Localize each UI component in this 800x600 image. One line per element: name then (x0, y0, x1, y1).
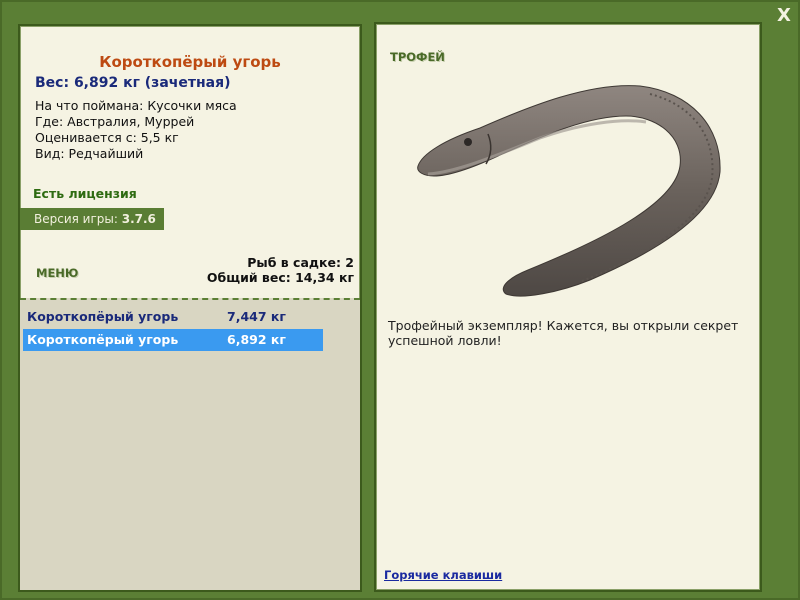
bait-info: На что поймана: Кусочки мяса (35, 98, 237, 113)
cage-count: Рыб в садке: 2 (247, 255, 354, 270)
catch-name: Короткопёрый угорь (27, 332, 179, 347)
hotkeys-link[interactable]: Горячие клавиши (384, 568, 502, 582)
version-bar: Версия игры: 3.7.6 (20, 208, 164, 230)
eel-eye (464, 138, 472, 146)
version-label: Версия игры: (34, 212, 118, 226)
game-window-frame: X Короткопёрый угорь Вес: 6,892 кг (заче… (0, 0, 800, 600)
close-button[interactable]: X (774, 6, 794, 26)
trophy-panel: ТРОФЕЙ Трофейный экземпляр! Кажется, вы … (374, 22, 762, 592)
catch-row[interactable]: Короткопёрый угорь 7,447 кг (23, 306, 323, 328)
cage-total-weight: Общий вес: 14,34 кг (206, 270, 354, 285)
valued-info: Оценивается с: 5,5 кг (35, 130, 179, 145)
fish-title: Короткопёрый угорь (99, 53, 281, 71)
catch-list: Короткопёрый угорь 7,447 кг Короткопёрый… (20, 298, 360, 590)
eel-image (417, 85, 721, 297)
catch-name: Короткопёрый угорь (27, 309, 179, 324)
license-status: Есть лицензия (33, 186, 137, 201)
fish-info-panel: Короткопёрый угорь Вес: 6,892 кг (зачетн… (18, 24, 362, 592)
rarity-info: Вид: Редчайший (35, 146, 144, 161)
cage-stats: Рыб в садке: 2 Общий вес: 14,34 кг (207, 255, 354, 285)
trophy-description: Трофейный экземпляр! Кажется, вы открыли… (388, 318, 739, 348)
catch-weight: 6,892 кг (227, 332, 286, 347)
version-value: 3.7.6 (121, 212, 156, 226)
eel-body (417, 85, 721, 297)
catch-weight: 7,447 кг (227, 309, 286, 324)
fish-weight: Вес: 6,892 кг (зачетная) (35, 75, 231, 91)
location-info: Где: Австралия, Муррей (35, 114, 195, 129)
menu-button[interactable]: МЕНЮ (36, 266, 78, 280)
catch-row-selected[interactable]: Короткопёрый угорь 6,892 кг (23, 329, 323, 351)
